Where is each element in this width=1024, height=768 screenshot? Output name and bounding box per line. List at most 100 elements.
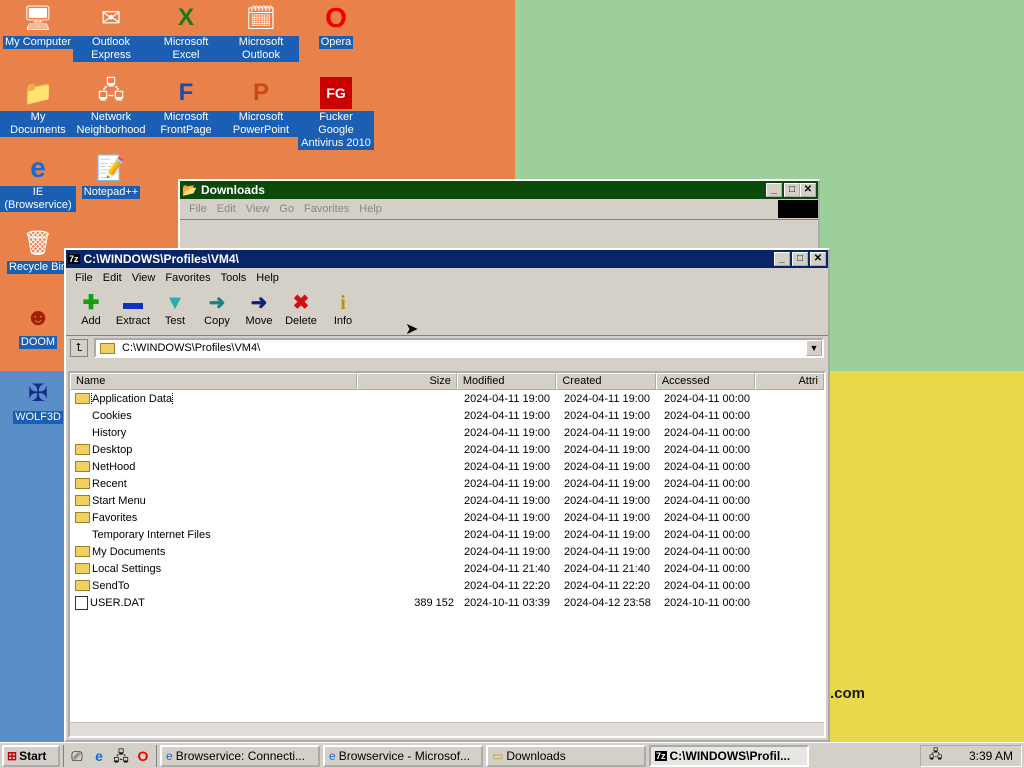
cell-accessed: 2024-04-11 00:00 <box>664 511 751 524</box>
show-desktop-icon[interactable]: ⎚ <box>68 747 86 765</box>
table-row[interactable]: USER.DAT 389 152 2024-10-11 03:39 2024-04-1… <box>70 594 824 611</box>
task-downloads[interactable]: ▭ Downloads <box>486 744 646 767</box>
maximize-button[interactable]: □ <box>784 183 800 197</box>
menu-file[interactable]: File <box>184 203 212 215</box>
file-list[interactable]: Name Size Modified Created Accessed Attr… <box>68 371 826 738</box>
task-7zip[interactable]: 7z C:\WINDOWS\Profil... <box>649 744 809 767</box>
desktop-icon-outlook[interactable]: 🗓 Microsoft Outlook <box>223 2 299 62</box>
column-header-size[interactable]: Size <box>357 373 457 390</box>
downloads-window[interactable]: 📂 Downloads _ □ ✕ File Edit View Go Favo… <box>178 179 820 259</box>
tray-network-icon[interactable]: 🖧 <box>929 745 942 766</box>
maximize-button[interactable]: □ <box>792 252 808 266</box>
move-button[interactable]: ➜ Move <box>238 288 280 335</box>
start-button[interactable]: ⊞ Start <box>2 744 60 767</box>
desktop-icon-notepadpp[interactable]: 📝 Notepad++ <box>73 152 149 199</box>
table-row[interactable]: Desktop 2024-04-11 19:00 2024-04-11 19:00 2… <box>70 441 824 458</box>
address-combobox[interactable]: C:\WINDOWS\Profiles\VM4\ ▼ <box>94 338 824 358</box>
cell-modified: 2024-10-11 03:39 <box>464 596 551 609</box>
table-row[interactable]: NetHood 2024-04-11 19:00 2024-04-11 19:00 2… <box>70 458 824 475</box>
menu-edit[interactable]: Edit <box>98 272 127 284</box>
extract-button[interactable]: ▬ Extract <box>112 288 154 335</box>
opera-icon[interactable]: O <box>134 747 152 765</box>
zip-window[interactable]: 7z C:\WINDOWS\Profiles\VM4\ _ □ ✕ File E… <box>64 248 830 742</box>
downloads-titlebar[interactable]: 📂 Downloads _ □ ✕ <box>180 181 818 199</box>
recycle-bin-icon: 🗑 <box>22 229 54 257</box>
cell-created: 2024-04-11 22:20 <box>564 579 651 592</box>
menu-favorites[interactable]: Favorites <box>299 203 354 215</box>
column-header-accessed[interactable]: Accessed <box>655 373 756 390</box>
up-folder-button[interactable]: ⮤ <box>70 339 88 357</box>
menu-favorites[interactable]: Favorites <box>160 272 215 284</box>
zip-titlebar[interactable]: 7z C:\WINDOWS\Profiles\VM4\ _ □ ✕ <box>66 250 828 268</box>
file-name: SendTo <box>92 579 130 592</box>
desktop-icon-ie[interactable]: e IE (Browservice) <box>0 152 76 212</box>
address-text: C:\WINDOWS\Profiles\VM4\ <box>122 342 261 354</box>
test-button[interactable]: ▼ Test <box>154 288 196 335</box>
network-icon[interactable]: 🖧 <box>112 747 130 765</box>
minimize-button[interactable]: _ <box>774 252 790 266</box>
desktop-icon-antivirus[interactable]: FG Fucker Google Antivirus 2010 <box>298 77 374 150</box>
column-header-name[interactable]: Name <box>70 373 358 390</box>
table-row[interactable]: Cookies 2024-04-11 19:00 2024-04-11 19:00 2… <box>70 407 824 424</box>
desktop-icon-my-documents[interactable]: 📁 My Documents <box>0 77 76 137</box>
menu-help[interactable]: Help <box>251 272 284 284</box>
info-button[interactable]: i Info <box>322 288 364 335</box>
minimize-button[interactable]: _ <box>766 183 782 197</box>
cell-accessed: 2024-04-11 00:00 <box>664 443 751 456</box>
add-button[interactable]: ✚ Add <box>70 288 112 335</box>
menu-view[interactable]: View <box>127 272 161 284</box>
horizontal-scrollbar[interactable] <box>70 722 824 736</box>
desktop-icon-my-computer[interactable]: 🖥 My Computer <box>0 2 76 49</box>
cell-name: Favorites <box>70 512 359 524</box>
ie-icon[interactable]: e <box>90 747 108 765</box>
desktop-icon-excel[interactable]: X Microsoft Excel <box>148 2 224 62</box>
table-row[interactable]: Start Menu 2024-04-11 19:00 2024-04-11 19:… <box>70 492 824 509</box>
file-name: History <box>92 426 127 439</box>
desktop-icon-network[interactable]: 🖧 Network Neighborhood <box>73 77 149 137</box>
menu-file[interactable]: File <box>70 272 98 284</box>
table-row[interactable]: My Documents 2024-04-11 19:00 2024-04-11 1… <box>70 543 824 560</box>
table-row[interactable]: Local Settings 2024-04-11 21:40 2024-04-11… <box>70 560 824 577</box>
table-row[interactable]: Temporary Internet Files 2024-04-11 19:00… <box>70 526 824 543</box>
desktop-icon-opera[interactable]: O Opera <box>298 2 374 49</box>
cell-modified: 2024-04-11 19:00 <box>464 409 551 422</box>
menu-edit[interactable]: Edit <box>212 203 241 215</box>
menu-go[interactable]: Go <box>274 203 299 215</box>
task-browservice-microsoft[interactable]: e Browservice - Microsof... <box>323 744 483 767</box>
cell-accessed: 2024-04-11 00:00 <box>664 545 751 558</box>
column-header-created[interactable]: Created <box>556 373 656 390</box>
table-row[interactable]: History 2024-04-11 19:00 2024-04-11 19:00 2… <box>70 424 824 441</box>
menu-help[interactable]: Help <box>354 203 387 215</box>
desktop-icon-frontpage[interactable]: F Microsoft FrontPage <box>148 77 224 137</box>
table-row[interactable]: Application Data 2024-04-11 19:00 2024-04-… <box>70 390 824 407</box>
table-row[interactable]: Favorites 2024-04-11 19:00 2024-04-11 19:0… <box>70 509 824 526</box>
frontpage-icon: F <box>178 79 194 106</box>
desktop-icon-powerpoint[interactable]: P Microsoft PowerPoint <box>223 77 299 137</box>
cell-name: Desktop <box>70 444 359 456</box>
cell-created: 2024-04-11 19:00 <box>564 528 651 541</box>
close-button[interactable]: ✕ <box>810 252 826 266</box>
clock[interactable]: 3:39 AM <box>969 749 1013 763</box>
cell-modified: 2024-04-11 19:00 <box>464 477 551 490</box>
quick-launch: ⎚ e 🖧 O <box>63 744 157 767</box>
close-button[interactable]: ✕ <box>800 183 816 197</box>
menu-view[interactable]: View <box>241 203 275 215</box>
cell-modified: 2024-04-11 19:00 <box>464 528 551 541</box>
cell-accessed: 2024-04-11 00:00 <box>664 579 751 592</box>
chevron-down-icon[interactable]: ▼ <box>806 340 822 356</box>
delete-button[interactable]: ✖ Delete <box>280 288 322 335</box>
table-row[interactable]: Recent 2024-04-11 19:00 2024-04-11 19:00 20… <box>70 475 824 492</box>
cell-name: Temporary Internet Files <box>70 529 359 541</box>
cell-created: 2024-04-11 19:00 <box>564 426 651 439</box>
menu-tools[interactable]: Tools <box>216 272 252 284</box>
copy-button[interactable]: ➜ Copy <box>196 288 238 335</box>
column-header-modified[interactable]: Modified <box>456 373 557 390</box>
cell-modified: 2024-04-11 21:40 <box>464 562 551 575</box>
table-row[interactable]: SendTo 2024-04-11 22:20 2024-04-11 22:20 20… <box>70 577 824 594</box>
desktop-icon-outlook-express[interactable]: ✉ Outlook Express <box>73 2 149 62</box>
mouse-cursor-icon: ➤ <box>405 321 419 338</box>
cell-name: Local Settings <box>70 563 359 575</box>
powerpoint-icon: P <box>252 79 269 106</box>
column-header-attributes[interactable]: Attri <box>755 373 824 390</box>
task-browservice-connection[interactable]: e Browservice: Connecti... <box>160 744 320 767</box>
